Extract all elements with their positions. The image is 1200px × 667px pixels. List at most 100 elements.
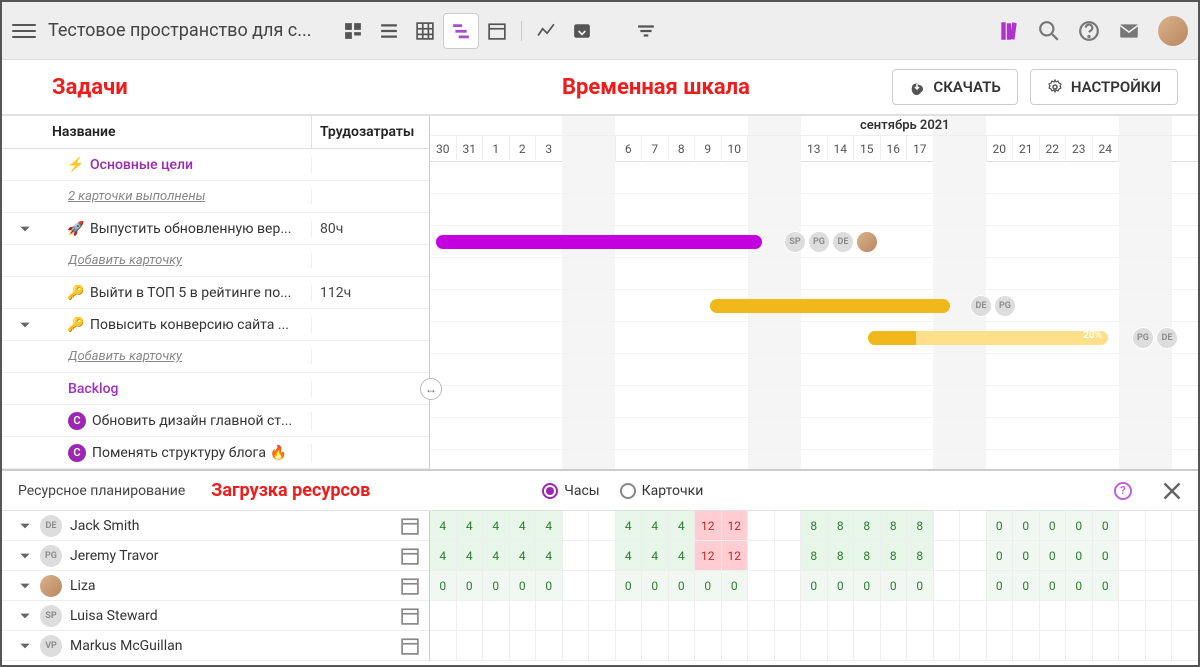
workload-cell[interactable] xyxy=(748,541,775,570)
workload-cell[interactable]: 8 xyxy=(881,541,908,570)
workload-cell[interactable] xyxy=(1013,631,1040,660)
workload-cell[interactable]: 0 xyxy=(669,571,696,600)
workload-cell[interactable]: 8 xyxy=(801,511,828,540)
day-cell[interactable]: 31 xyxy=(457,136,484,162)
workload-cell[interactable]: 8 xyxy=(907,541,934,570)
workload-cell[interactable] xyxy=(1119,571,1146,600)
settings-button[interactable]: НАСТРОЙКИ xyxy=(1030,69,1178,105)
workload-cell[interactable]: 4 xyxy=(457,541,484,570)
calendar-icon[interactable] xyxy=(401,607,419,625)
workload-cell[interactable] xyxy=(748,571,775,600)
workload-cell[interactable]: 4 xyxy=(536,511,563,540)
workload-cell[interactable] xyxy=(616,631,643,660)
chevron-down-icon[interactable] xyxy=(18,639,32,653)
workload-cell[interactable]: 0 xyxy=(1013,541,1040,570)
workload-cell[interactable] xyxy=(934,571,961,600)
workload-cell[interactable]: 12 xyxy=(695,541,722,570)
workload-cell[interactable] xyxy=(1119,541,1146,570)
workload-cell[interactable]: 4 xyxy=(536,541,563,570)
day-cell[interactable]: 21 xyxy=(1013,136,1040,162)
workload-cell[interactable] xyxy=(1093,631,1120,660)
workspace-title[interactable]: Тестовое пространство для с... xyxy=(48,20,311,41)
day-cell[interactable]: 9 xyxy=(695,136,722,162)
workload-cell[interactable] xyxy=(589,631,616,660)
workload-cell[interactable] xyxy=(510,601,537,630)
assignee-avatar[interactable] xyxy=(856,231,878,253)
workload-cell[interactable] xyxy=(589,541,616,570)
resource-row[interactable]: SPLuisa Steward xyxy=(2,601,429,631)
workload-cell[interactable] xyxy=(934,541,961,570)
gantt-bar-row[interactable]: 20% PG DE xyxy=(430,322,1198,354)
workload-cell[interactable] xyxy=(616,601,643,630)
chevron-down-icon[interactable] xyxy=(18,549,32,563)
workload-cell[interactable]: 4 xyxy=(510,511,537,540)
task-row[interactable]: 🔑Повысить конверсию сайта ... xyxy=(2,309,429,341)
workload-cell[interactable] xyxy=(881,601,908,630)
workload-cell[interactable] xyxy=(642,631,669,660)
task-row[interactable]: Добавить карточку xyxy=(2,245,429,277)
workload-cell[interactable] xyxy=(1040,631,1067,660)
workload-cell[interactable] xyxy=(987,601,1014,630)
day-cell[interactable]: 3 xyxy=(536,136,563,162)
workload-cell[interactable] xyxy=(1093,601,1120,630)
user-avatar[interactable] xyxy=(1158,16,1188,46)
workload-cell[interactable] xyxy=(960,571,987,600)
workload-cell[interactable] xyxy=(881,631,908,660)
day-cell[interactable]: 2 xyxy=(510,136,537,162)
workload-cell[interactable] xyxy=(589,601,616,630)
workload-cell[interactable] xyxy=(536,601,563,630)
workload-cell[interactable] xyxy=(854,601,881,630)
col-header-effort[interactable]: Трудозатраты xyxy=(312,116,429,148)
workload-cell[interactable] xyxy=(589,511,616,540)
day-cell[interactable]: 17 xyxy=(907,136,934,162)
workload-cell[interactable]: 8 xyxy=(854,511,881,540)
workload-cell[interactable]: 0 xyxy=(987,541,1014,570)
workload-cell[interactable] xyxy=(563,631,590,660)
workload-cell[interactable]: 12 xyxy=(722,541,749,570)
workload-cell[interactable]: 4 xyxy=(430,541,457,570)
workload-cell[interactable]: 4 xyxy=(642,541,669,570)
workload-cell[interactable] xyxy=(536,631,563,660)
workload-cell[interactable]: 0 xyxy=(642,571,669,600)
workload-cell[interactable] xyxy=(1040,601,1067,630)
workload-cell[interactable]: 4 xyxy=(430,511,457,540)
workload-cell[interactable]: 0 xyxy=(828,571,855,600)
calendar-icon[interactable] xyxy=(401,637,419,655)
workload-cell[interactable]: 8 xyxy=(828,511,855,540)
workload-cell[interactable] xyxy=(1119,511,1146,540)
calendar-icon[interactable] xyxy=(401,547,419,565)
workload-cell[interactable] xyxy=(563,571,590,600)
workload-cell[interactable]: 0 xyxy=(881,571,908,600)
workload-cell[interactable]: 0 xyxy=(987,511,1014,540)
workload-cell[interactable]: 0 xyxy=(907,571,934,600)
chart-view-icon[interactable] xyxy=(528,13,564,49)
workload-cell[interactable]: 0 xyxy=(695,571,722,600)
chevron-down-icon[interactable] xyxy=(18,519,32,533)
gantt-view-icon[interactable] xyxy=(443,13,479,49)
workload-cell[interactable] xyxy=(563,541,590,570)
gantt-bar-row[interactable]: DE PG xyxy=(430,290,1198,322)
task-row[interactable]: 2 карточки выполнены xyxy=(2,181,429,213)
workload-cell[interactable]: 0 xyxy=(1093,571,1120,600)
calendar-view-icon[interactable] xyxy=(479,13,515,49)
workload-cell[interactable] xyxy=(801,631,828,660)
workload-cell[interactable] xyxy=(1146,571,1173,600)
assignee-avatar[interactable]: PG xyxy=(994,295,1016,317)
workload-cell[interactable] xyxy=(669,601,696,630)
assignee-avatar[interactable]: PG xyxy=(808,231,830,253)
workload-cell[interactable] xyxy=(828,631,855,660)
filter-icon[interactable] xyxy=(628,13,664,49)
workload-cell[interactable]: 0 xyxy=(854,571,881,600)
task-row[interactable]: CПоменять структуру блога 🔥 xyxy=(2,437,429,469)
calendar-icon[interactable] xyxy=(401,517,419,535)
workload-cell[interactable] xyxy=(695,631,722,660)
workload-cell[interactable] xyxy=(1066,601,1093,630)
day-cell[interactable]: 7 xyxy=(642,136,669,162)
gantt-bar-row[interactable]: SP PG DE xyxy=(430,226,1198,258)
workload-cell[interactable]: 0 xyxy=(722,571,749,600)
workload-cell[interactable]: 0 xyxy=(1066,571,1093,600)
chevron-down-icon[interactable] xyxy=(18,609,32,623)
workload-cell[interactable] xyxy=(642,601,669,630)
workload-cell[interactable]: 0 xyxy=(987,571,1014,600)
workload-cell[interactable] xyxy=(987,631,1014,660)
